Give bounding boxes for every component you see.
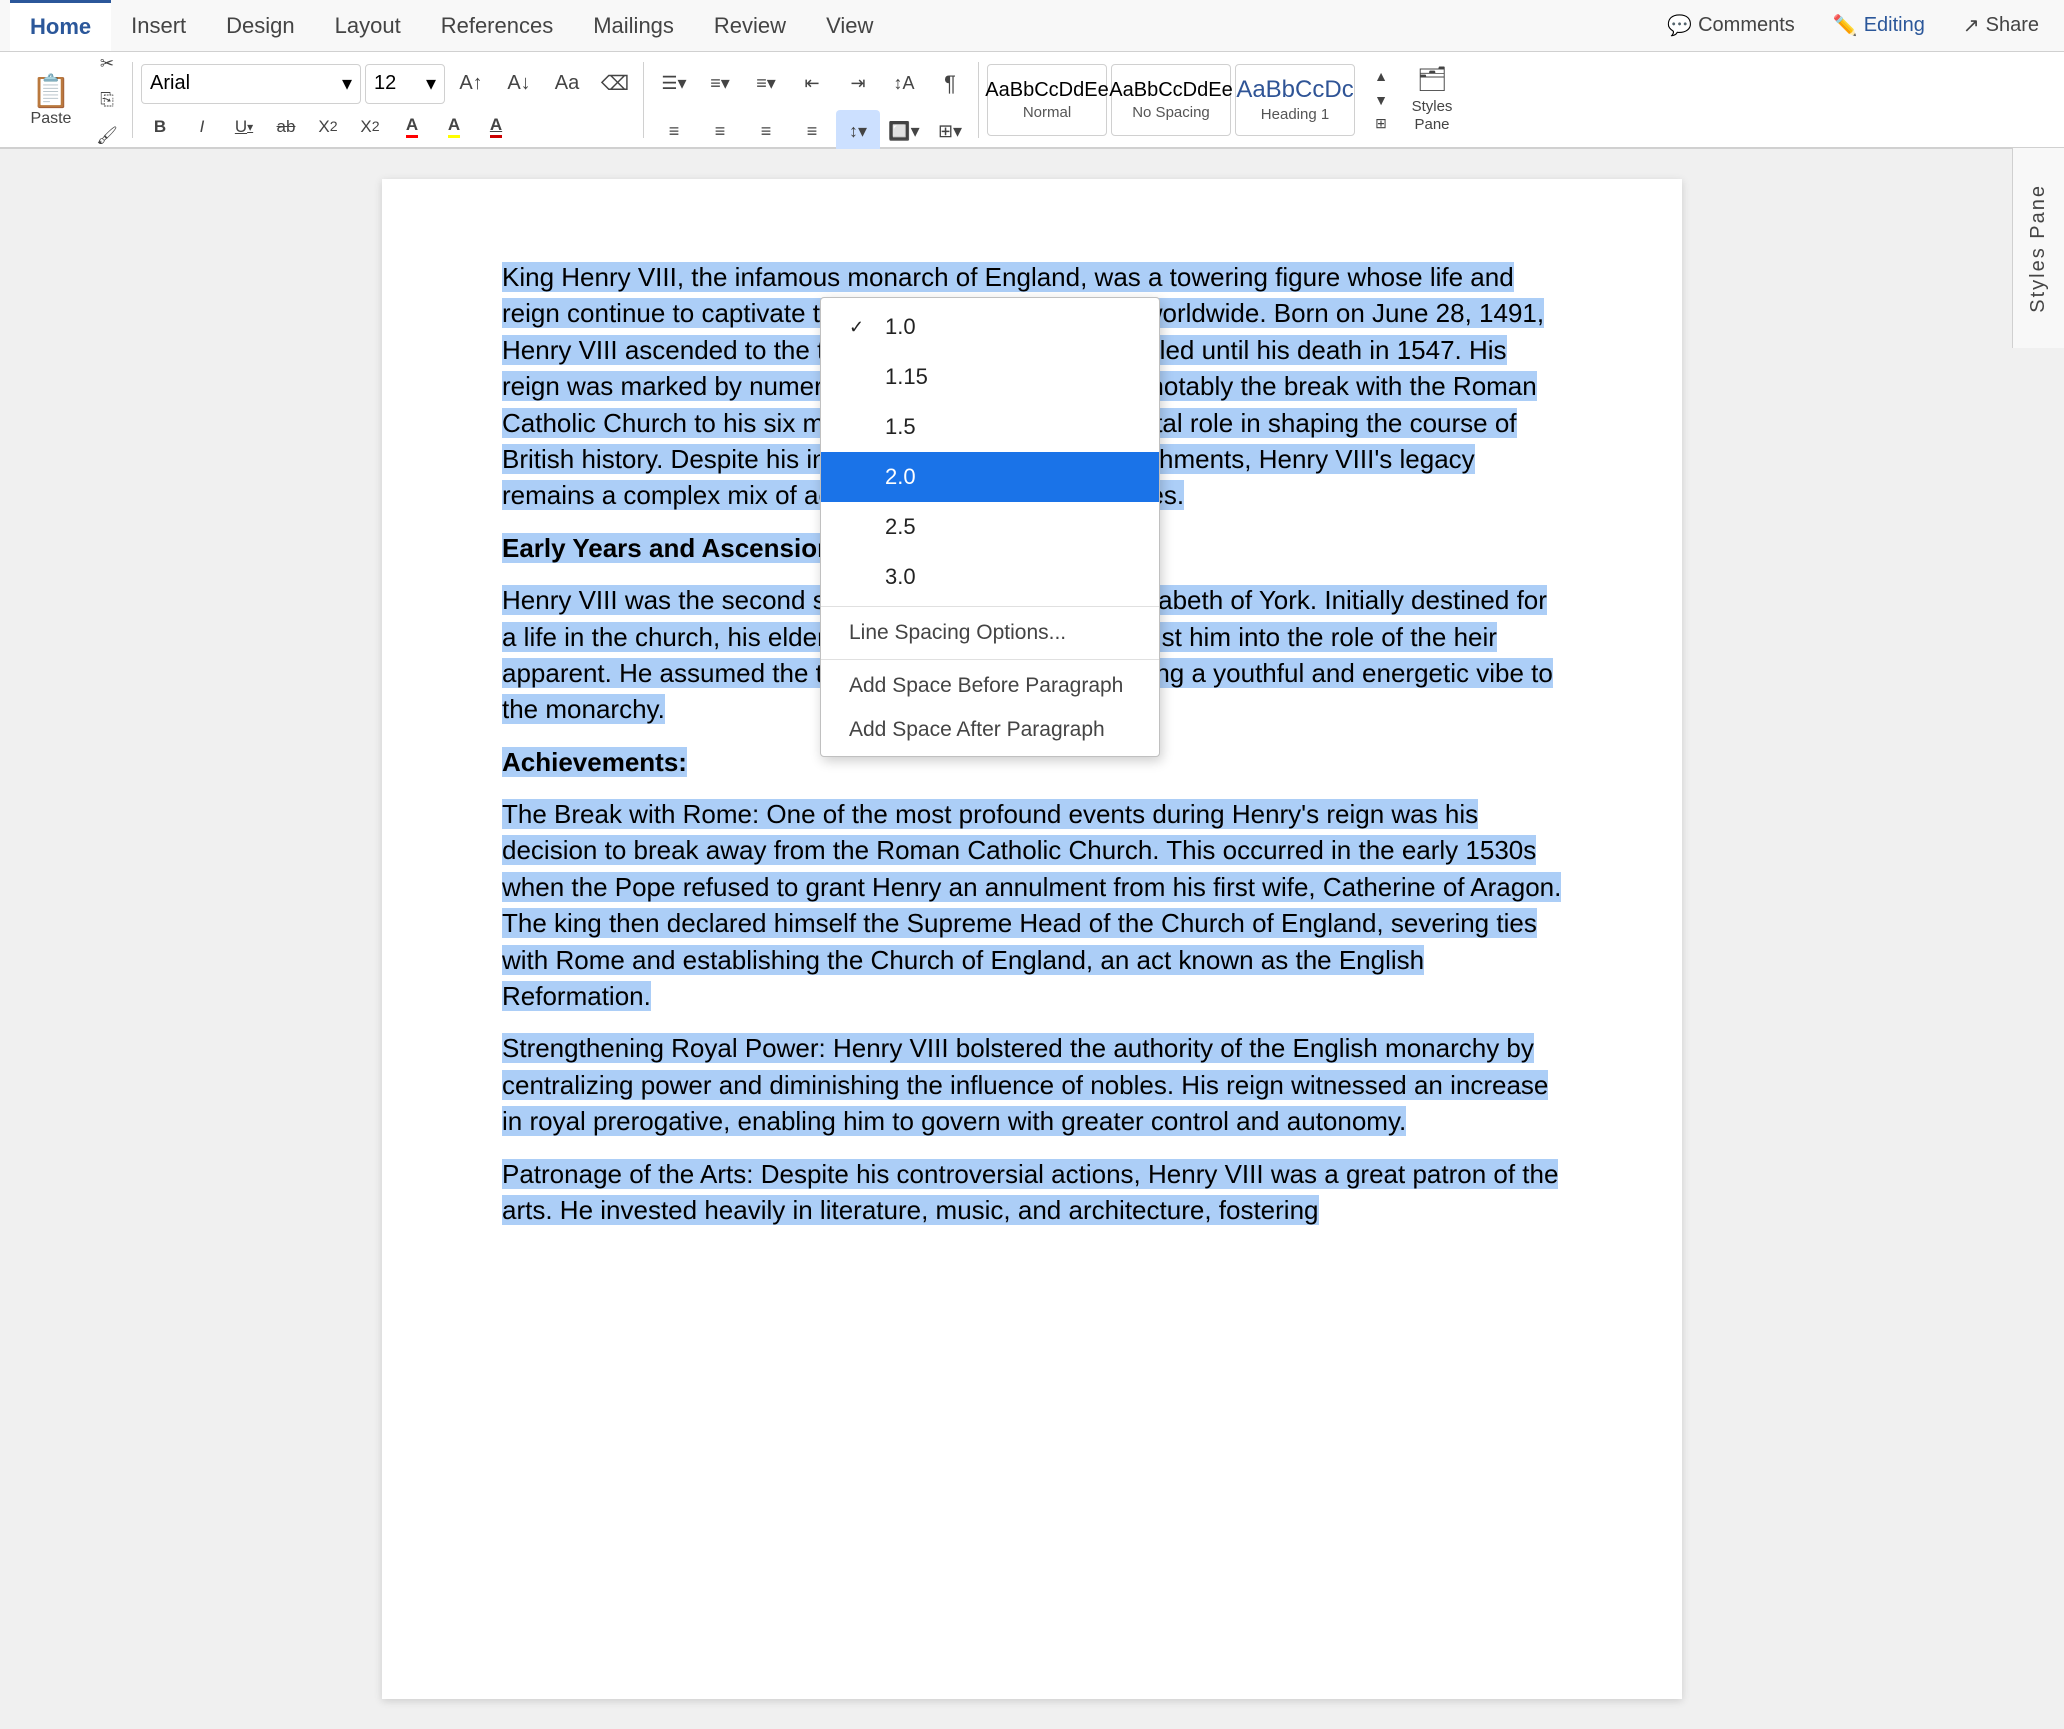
copy-button[interactable]: ⎘ bbox=[88, 83, 126, 117]
styles-pane-panel[interactable]: Styles Pane bbox=[2012, 148, 2064, 348]
highlight-button[interactable]: A bbox=[435, 110, 473, 144]
tab-design[interactable]: Design bbox=[206, 0, 314, 51]
styles-scroll-down[interactable]: ▼ bbox=[1359, 88, 1403, 112]
styles-pane-button[interactable]: 🗂 StylesPane bbox=[1407, 64, 1457, 136]
share-icon: ↗ bbox=[1963, 13, 1980, 38]
align-left-button[interactable]: ≡ bbox=[652, 110, 696, 154]
editing-button[interactable]: ✏️ Editing bbox=[1818, 4, 1940, 47]
paste-button[interactable]: 📋 Paste bbox=[16, 64, 86, 136]
font-size-selector[interactable]: 12 ▾ bbox=[365, 64, 445, 104]
spacing-3-0[interactable]: 3.0 bbox=[821, 552, 1159, 602]
tab-references[interactable]: References bbox=[421, 0, 574, 51]
italic-button[interactable]: I bbox=[183, 110, 221, 144]
tab-layout[interactable]: Layout bbox=[315, 0, 421, 51]
superscript-button[interactable]: X2 bbox=[351, 110, 389, 144]
share-button[interactable]: ↗ Share bbox=[1948, 4, 2054, 47]
ribbon-toolbar: 📋 Paste ✂ ⎘ 🖌 Arial ▾ 12 ▾ A↑ bbox=[0, 52, 2064, 148]
styles-expand[interactable]: ⊞ bbox=[1359, 112, 1403, 136]
text-paragraph3: The Break with Rome: One of the most pro… bbox=[502, 799, 1561, 1011]
align-right-button[interactable]: ≡ bbox=[744, 110, 788, 154]
bold-button[interactable]: B bbox=[141, 110, 179, 144]
sort-button[interactable]: ↕A bbox=[882, 62, 926, 106]
justify-button[interactable]: ≡ bbox=[790, 110, 834, 154]
underline-button[interactable]: U ▾ bbox=[225, 110, 263, 144]
spacing-2-5[interactable]: 2.5 bbox=[821, 502, 1159, 552]
shading-button[interactable]: 🔲▾ bbox=[882, 110, 926, 154]
ribbon-right-actions: 💬 Comments ✏️ Editing ↗ Share bbox=[1652, 4, 2054, 47]
font-color2-button[interactable]: A bbox=[477, 110, 515, 144]
style-heading1-button[interactable]: AaBbCcDc Heading 1 bbox=[1235, 64, 1355, 136]
multilevel-button[interactable]: ≡▾ bbox=[744, 62, 788, 106]
subscript-button[interactable]: X2 bbox=[309, 110, 347, 144]
paste-icon: 📋 bbox=[31, 72, 71, 110]
comments-button[interactable]: 💬 Comments bbox=[1652, 4, 1810, 47]
style-normal-button[interactable]: AaBbCcDdEe Normal bbox=[987, 64, 1107, 136]
tab-view[interactable]: View bbox=[806, 0, 893, 51]
pencil-icon: ✏️ bbox=[1833, 13, 1858, 38]
styles-scroll-up[interactable]: ▲ bbox=[1359, 64, 1403, 88]
document-container: King Henry VIII, the infamous monarch of… bbox=[0, 149, 2064, 1729]
borders-button[interactable]: ⊞▾ bbox=[928, 110, 972, 154]
align-center-button[interactable]: ≡ bbox=[698, 110, 742, 154]
tab-home[interactable]: Home bbox=[10, 0, 111, 51]
tab-insert[interactable]: Insert bbox=[111, 0, 206, 51]
underline-dropdown-icon: ▾ bbox=[247, 120, 253, 134]
clipboard-group: 📋 Paste ✂ ⎘ 🖌 bbox=[10, 62, 133, 138]
line-spacing-options[interactable]: Line Spacing Options... bbox=[821, 611, 1159, 655]
increase-font-button[interactable]: A↑ bbox=[449, 62, 493, 106]
line-spacing-dropdown: ✓ 1.0 1.15 1.5 2.0 2.5 3.0 bbox=[820, 297, 1160, 757]
text-paragraph4: Strengthening Royal Power: Henry VIII bo… bbox=[502, 1033, 1548, 1136]
strikethrough-button[interactable]: ab bbox=[267, 110, 305, 144]
text-paragraph5: Patronage of the Arts: Despite his contr… bbox=[502, 1159, 1558, 1225]
heading-early-years: Early Years and Ascension: bbox=[502, 533, 842, 563]
spacing-1-0[interactable]: ✓ 1.0 bbox=[821, 302, 1159, 352]
add-space-after[interactable]: Add Space After Paragraph bbox=[821, 708, 1159, 752]
change-case-button[interactable]: Aa bbox=[545, 62, 589, 106]
format-painter-button[interactable]: 🖌 bbox=[88, 119, 126, 153]
comment-icon: 💬 bbox=[1667, 13, 1692, 38]
font-size-dropdown-icon: ▾ bbox=[426, 71, 436, 96]
spacing-1-5[interactable]: 1.5 bbox=[821, 402, 1159, 452]
line-spacing-menu: ✓ 1.0 1.15 1.5 2.0 2.5 3.0 bbox=[820, 297, 1160, 757]
add-space-before[interactable]: Add Space Before Paragraph bbox=[821, 664, 1159, 708]
tab-review[interactable]: Review bbox=[694, 0, 806, 51]
bullets-button[interactable]: ☰▾ bbox=[652, 62, 696, 106]
line-spacing-button[interactable]: ↕▾ bbox=[836, 110, 880, 154]
font-color-button[interactable]: A bbox=[393, 110, 431, 144]
spacing-1-15[interactable]: 1.15 bbox=[821, 352, 1159, 402]
show-marks-button[interactable]: ¶ bbox=[928, 62, 972, 106]
font-group: Arial ▾ 12 ▾ A↑ A↓ Aa ⌫ B I U ▾ ab bbox=[135, 62, 644, 138]
decrease-font-button[interactable]: A↓ bbox=[497, 62, 541, 106]
clear-format-button[interactable]: ⌫ bbox=[593, 62, 637, 106]
menu-divider1 bbox=[821, 606, 1159, 607]
styles-group: AaBbCcDdEe Normal AaBbCcDdEe No Spacing … bbox=[981, 62, 1463, 138]
increase-indent-button[interactable]: ⇥ bbox=[836, 62, 880, 106]
paragraph-group: ☰▾ ≡▾ ≡▾ ⇤ ⇥ ↕A ¶ ≡ ≡ ≡ ≡ ↕▾ 🔲▾ ⊞▾ bbox=[646, 62, 979, 138]
cut-button[interactable]: ✂ bbox=[88, 47, 126, 81]
menu-divider2 bbox=[821, 659, 1159, 660]
heading-achievements: Achievements: bbox=[502, 747, 687, 777]
font-name-selector[interactable]: Arial ▾ bbox=[141, 64, 361, 104]
styles-pane-icon: 🗂 bbox=[1417, 65, 1447, 94]
spacing-2-0[interactable]: 2.0 bbox=[821, 452, 1159, 502]
style-nospacing-button[interactable]: AaBbCcDdEe No Spacing bbox=[1111, 64, 1231, 136]
tab-mailings[interactable]: Mailings bbox=[573, 0, 694, 51]
font-name-dropdown-icon: ▾ bbox=[342, 71, 352, 96]
ribbon-tabs: Home Insert Design Layout References Mai… bbox=[0, 0, 2064, 52]
numbering-button[interactable]: ≡▾ bbox=[698, 62, 742, 106]
decrease-indent-button[interactable]: ⇤ bbox=[790, 62, 834, 106]
